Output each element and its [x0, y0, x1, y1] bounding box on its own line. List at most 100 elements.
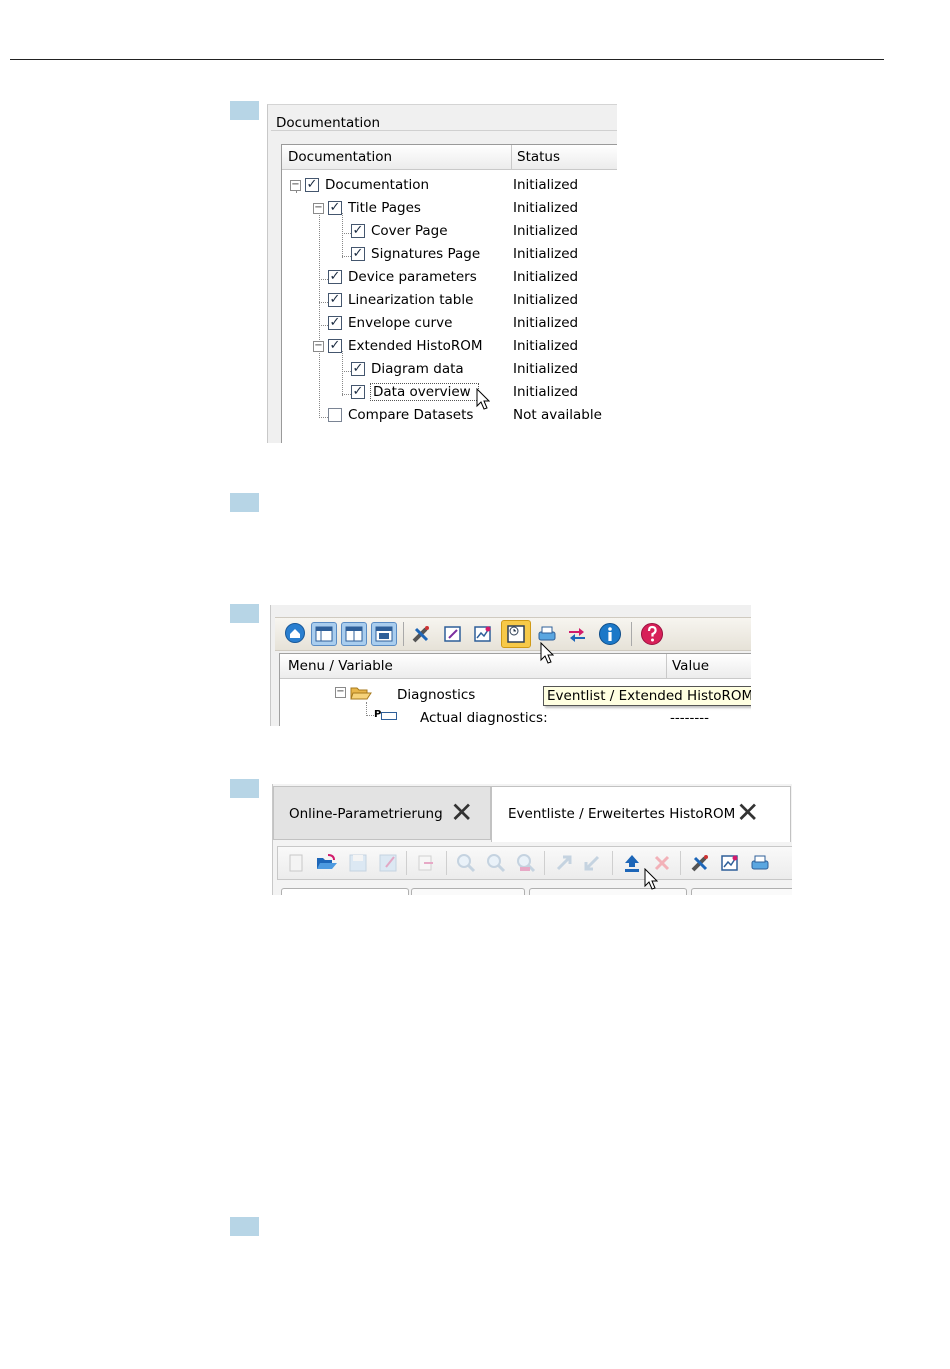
export-icon[interactable]: [416, 853, 436, 873]
folder-open-icon: [350, 687, 372, 700]
checkbox-checked[interactable]: ✓: [351, 224, 365, 238]
row-label: Device parameters: [348, 269, 477, 285]
tree-row[interactable]: Compare Datasets Not available: [282, 405, 617, 427]
chart-icon[interactable]: [473, 624, 493, 644]
eventlist-icon[interactable]: [501, 620, 531, 648]
upload-icon[interactable]: [554, 853, 574, 873]
layout-1-icon[interactable]: [311, 622, 337, 646]
save-as-icon[interactable]: [378, 853, 398, 873]
open-icon[interactable]: [316, 853, 338, 873]
checkbox-checked[interactable]: ✓: [328, 316, 342, 330]
zoom-reset-icon[interactable]: [516, 853, 536, 873]
row-status: Not available: [513, 407, 602, 423]
checkbox-unchecked[interactable]: [328, 408, 342, 422]
toolbar-separator: [544, 851, 545, 875]
compare-icon[interactable]: [567, 624, 587, 644]
documentation-tree: Documentation Status − − − ✓ Documentati…: [281, 144, 617, 443]
chart-icon[interactable]: [720, 853, 740, 873]
mouse-cursor-icon: [644, 868, 658, 890]
home-icon[interactable]: [285, 623, 305, 643]
tree-line: [366, 715, 374, 716]
tree-row[interactable]: ✓ Linearization table Initialized: [282, 290, 617, 312]
help-icon[interactable]: [641, 623, 663, 645]
column-separator: [666, 654, 667, 678]
row-status: Initialized: [513, 361, 579, 377]
tree-row[interactable]: ✓ Device parameters Initialized: [282, 267, 617, 289]
tree-header: Documentation Status: [282, 145, 617, 170]
save-icon[interactable]: [348, 853, 368, 873]
row-status: Initialized: [513, 315, 579, 331]
eventlist-toolbar: [277, 846, 792, 880]
info-icon[interactable]: [599, 623, 621, 645]
column-separator: [511, 145, 512, 169]
checkbox-checked[interactable]: ✓: [328, 293, 342, 307]
sub-tab[interactable]: [281, 888, 409, 895]
parameter-label[interactable]: Actual diagnostics:: [420, 710, 548, 726]
row-label-focused: Data overview: [370, 383, 479, 401]
row-status: Initialized: [513, 177, 579, 193]
tree-row[interactable]: ✓ Extended HistoROM Initialized: [282, 336, 617, 358]
checkbox-checked[interactable]: ✓: [351, 247, 365, 261]
group-title: Documentation: [276, 115, 381, 131]
tab-online-parametrierung[interactable]: Online-Parametrierung ✕: [273, 786, 491, 840]
tree-row[interactable]: ✓ Cover Page Initialized: [282, 221, 617, 243]
tree-row[interactable]: ✓ Documentation Initialized: [282, 175, 617, 197]
download-icon[interactable]: [582, 853, 602, 873]
mouse-cursor-icon: [476, 388, 490, 410]
checkbox-checked[interactable]: ✓: [328, 270, 342, 284]
groupbox-line: [271, 130, 617, 131]
checkbox-checked[interactable]: ✓: [351, 385, 365, 399]
step-marker-4: [230, 779, 259, 798]
new-icon[interactable]: [286, 853, 306, 873]
toolbar-screenshot: Menu / Variable Value − Diagnostics P Ac…: [270, 605, 751, 726]
step-marker-3: [230, 604, 259, 623]
documentation-screenshot: Documentation Documentation Status − − −…: [267, 104, 617, 443]
layout-2-icon[interactable]: [341, 622, 367, 646]
zoom-in-icon[interactable]: [456, 853, 476, 873]
sub-tab[interactable]: [411, 888, 525, 895]
tab-label: Eventliste / Erweitertes HistoROM: [508, 806, 736, 822]
print-icon[interactable]: [537, 624, 557, 644]
parameter-field-icon: [381, 712, 397, 720]
toolbar-separator: [406, 851, 407, 875]
row-label: Documentation: [325, 177, 430, 193]
tree-row[interactable]: ✓ Envelope curve Initialized: [282, 313, 617, 335]
toolbar-separator: [680, 851, 681, 875]
row-label: Diagram data: [371, 361, 464, 377]
column-header-status[interactable]: Status: [517, 149, 560, 165]
column-header-value[interactable]: Value: [672, 658, 709, 674]
zoom-out-icon[interactable]: [486, 853, 506, 873]
collapse-icon[interactable]: −: [335, 687, 346, 698]
row-label: Envelope curve: [348, 315, 453, 331]
checkbox-checked[interactable]: ✓: [305, 178, 319, 192]
tools-icon[interactable]: [411, 624, 431, 644]
close-icon[interactable]: ✕: [736, 799, 759, 827]
column-header-documentation[interactable]: Documentation: [288, 149, 392, 165]
tree-row[interactable]: ✓ Diagram data Initialized: [282, 359, 617, 381]
mouse-cursor-icon: [540, 642, 554, 664]
tree-row-selected[interactable]: ✓ Data overview Initialized: [282, 382, 617, 404]
close-icon[interactable]: ✕: [450, 799, 473, 827]
tab-eventliste-active[interactable]: Eventliste / Erweitertes HistoROM ✕: [491, 786, 791, 842]
tools-icon[interactable]: [690, 853, 710, 873]
tree-row[interactable]: ✓ Signatures Page Initialized: [282, 244, 617, 266]
tree-line: [366, 702, 367, 716]
tree-folder-diagnostics[interactable]: Diagnostics: [397, 687, 475, 703]
tabs-screenshot: Online-Parametrierung ✕ Eventliste / Erw…: [272, 784, 792, 895]
sub-tab-strip: [281, 888, 792, 895]
row-label: Title Pages: [348, 200, 421, 216]
edit-icon[interactable]: [443, 624, 463, 644]
checkbox-checked[interactable]: ✓: [328, 201, 342, 215]
sub-tab[interactable]: [691, 888, 792, 895]
print-icon[interactable]: [750, 853, 770, 873]
column-header-menu-variable[interactable]: Menu / Variable: [288, 658, 393, 674]
main-toolbar: [275, 617, 751, 651]
step-marker-1: [230, 101, 259, 120]
layout-3-icon[interactable]: [371, 622, 397, 646]
sub-tab[interactable]: [529, 888, 687, 895]
row-label: Extended HistoROM: [348, 338, 483, 354]
checkbox-checked[interactable]: ✓: [351, 362, 365, 376]
checkbox-checked[interactable]: ✓: [328, 339, 342, 353]
read-from-device-icon[interactable]: [622, 853, 642, 873]
tree-row[interactable]: ✓ Title Pages Initialized: [282, 198, 617, 220]
